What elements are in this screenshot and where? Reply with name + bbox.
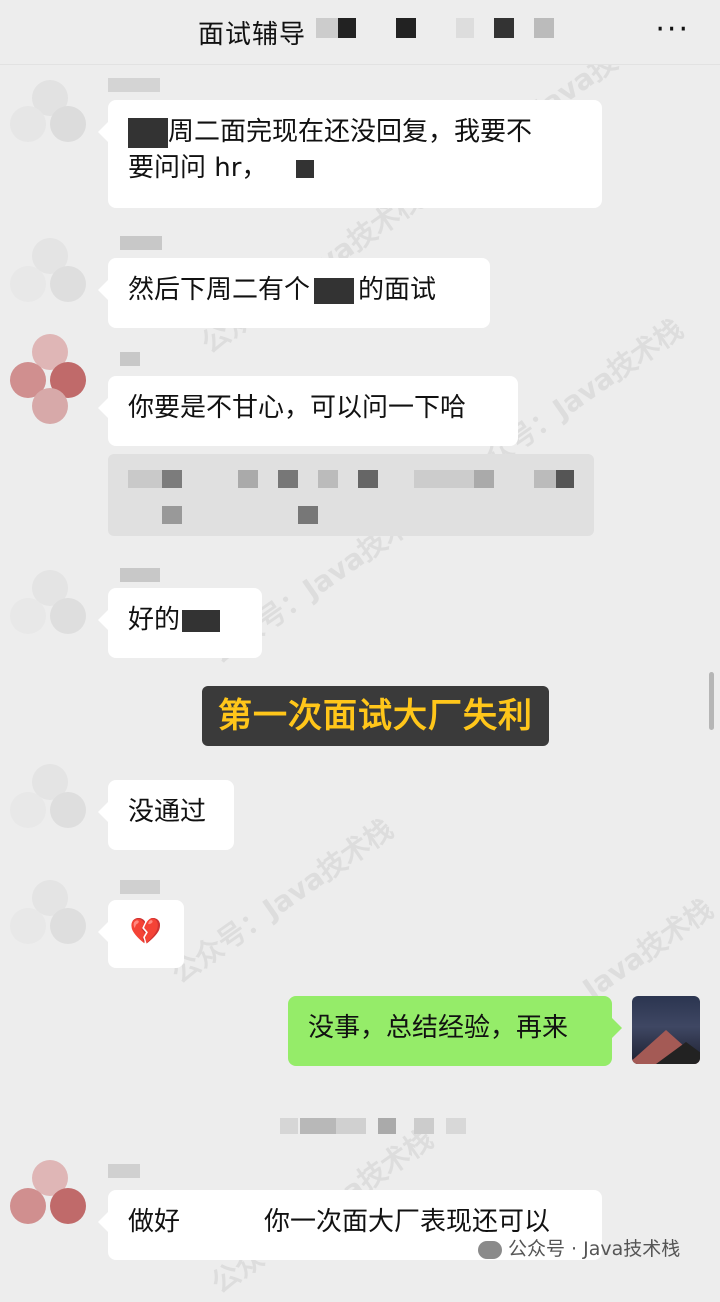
message-text: 的面试 xyxy=(358,275,437,305)
message-bubble[interactable]: 好的 xyxy=(98,588,262,658)
scrollbar[interactable] xyxy=(709,672,714,730)
avatar[interactable] xyxy=(10,238,92,320)
message-bubble[interactable]: 💔 xyxy=(98,900,184,968)
message-bubble-me[interactable]: 没事，总结经验，再来 xyxy=(288,996,622,1066)
avatar[interactable] xyxy=(10,570,92,652)
message-text: 要问问 hr， xyxy=(128,153,268,183)
redacted-system-text xyxy=(300,1118,336,1134)
broken-heart-icon: 💔 xyxy=(129,917,163,947)
avatar[interactable] xyxy=(10,80,92,162)
avatar[interactable] xyxy=(10,880,92,962)
message-bubble[interactable]: 然后下周二有个 的面试 xyxy=(98,258,490,328)
avatar[interactable] xyxy=(10,764,92,846)
message-bubble[interactable]: 没通过 xyxy=(98,780,234,850)
more-icon[interactable]: ··· xyxy=(655,15,690,45)
avatar[interactable] xyxy=(10,1160,92,1242)
redacted-title xyxy=(456,18,474,38)
video-caption: 第一次面试大厂失利 xyxy=(202,686,549,746)
chat-title: 面试辅导 xyxy=(198,20,307,50)
message-text: 周二面完现在还没回复，我要不 xyxy=(168,117,533,147)
my-avatar[interactable] xyxy=(632,996,700,1064)
redacted-text xyxy=(182,609,221,632)
message-text: 没事，总结经验，再来 xyxy=(308,1013,569,1043)
sender-name-redacted xyxy=(120,568,160,582)
message-text: 然后下周二有个 xyxy=(128,275,311,305)
redacted-system-text xyxy=(414,1118,434,1134)
quoted-message-redacted[interactable] xyxy=(108,454,594,536)
message-bubble[interactable]: 周二面完现在还没回复，我要不 要问问 hr， xyxy=(98,100,602,208)
message-text: 没通过 xyxy=(128,797,207,827)
redacted-system-text xyxy=(446,1118,466,1134)
watermark: 公众号 · Java技术栈 xyxy=(478,1236,680,1262)
redacted-title xyxy=(316,18,338,38)
avatar[interactable] xyxy=(10,334,92,424)
message-text: 做好 xyxy=(128,1207,181,1237)
sender-name-redacted xyxy=(108,78,160,92)
sender-name-redacted xyxy=(108,1164,140,1178)
redacted-text xyxy=(314,277,355,304)
message-text: 你要是不甘心，可以问一下哈 xyxy=(128,393,467,423)
redacted-system-text xyxy=(280,1118,298,1134)
sender-name-redacted xyxy=(120,236,162,250)
redacted-title xyxy=(396,18,416,38)
watermark-text: 公众号 · Java技术栈 xyxy=(508,1238,681,1260)
sender-name-redacted xyxy=(120,880,160,894)
redacted-title xyxy=(534,18,554,38)
redacted-system-text xyxy=(378,1118,396,1134)
redacted-system-text xyxy=(336,1118,366,1134)
redacted-title xyxy=(494,18,514,38)
redacted-text xyxy=(295,159,314,178)
sender-name-redacted xyxy=(120,352,140,366)
message-bubble[interactable]: 你要是不甘心，可以问一下哈 xyxy=(98,376,518,446)
message-text: 好的 xyxy=(128,605,181,635)
wechat-official-icon xyxy=(478,1240,502,1259)
redacted-text xyxy=(128,117,168,148)
message-text: 你一次面大厂表现还可以 xyxy=(264,1207,551,1237)
chat-header: 面试辅导 ··· xyxy=(0,0,720,65)
redacted-title xyxy=(338,18,356,38)
